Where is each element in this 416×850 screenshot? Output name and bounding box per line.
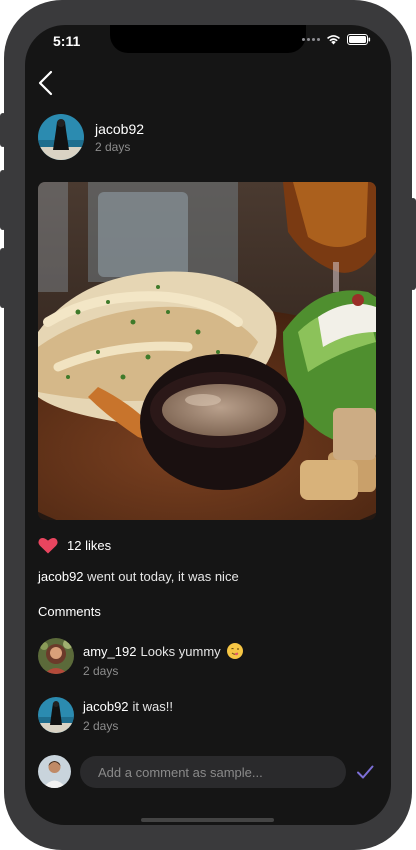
status-time: 5:11 xyxy=(53,33,81,49)
comments-heading: Comments xyxy=(38,604,101,619)
comment-item: amy_192 Looks yummy 2 days xyxy=(83,643,243,678)
current-user-avatar xyxy=(38,755,71,788)
home-indicator xyxy=(141,818,274,822)
post-username[interactable]: jacob92 xyxy=(95,121,144,137)
comment-avatar-jacob[interactable] xyxy=(38,697,74,733)
post-author-avatar[interactable] xyxy=(38,114,84,160)
app-screen: 5:11 jacob92 2 days 12 likes jacob92 wen… xyxy=(25,25,391,825)
battery-icon xyxy=(347,34,371,45)
silent-switch xyxy=(0,113,6,147)
comment-username[interactable]: jacob92 xyxy=(83,699,129,714)
back-chevron-icon[interactable] xyxy=(33,69,61,97)
power-button xyxy=(410,198,416,290)
check-icon[interactable] xyxy=(356,763,374,781)
wifi-icon xyxy=(327,35,340,45)
post-caption: jacob92 went out today, it was nice xyxy=(38,569,239,584)
smiley-emoji-icon xyxy=(226,643,243,659)
notch xyxy=(110,25,306,53)
status-icons xyxy=(302,34,371,45)
comment-text: it was!! xyxy=(132,699,174,714)
volume-down-button xyxy=(0,248,6,308)
comment-item: jacob92 it was!! 2 days xyxy=(83,699,173,733)
comment-input[interactable] xyxy=(80,756,346,788)
post-timestamp: 2 days xyxy=(95,140,131,154)
heart-icon[interactable] xyxy=(38,537,58,554)
comment-username[interactable]: amy_192 xyxy=(83,644,136,659)
comment-timestamp: 2 days xyxy=(83,719,119,733)
volume-up-button xyxy=(0,170,6,230)
likes-count: 12 likes xyxy=(67,538,112,553)
signal-icon xyxy=(302,38,320,41)
comment-text: Looks yummy xyxy=(140,643,221,659)
comment-avatar-amy[interactable] xyxy=(38,638,74,674)
comment-timestamp: 2 days xyxy=(83,664,119,678)
likes-row: 12 likes xyxy=(38,537,111,554)
post-photo[interactable] xyxy=(38,182,376,520)
caption-text: went out today, it was nice xyxy=(87,569,239,584)
caption-username[interactable]: jacob92 xyxy=(38,569,84,584)
